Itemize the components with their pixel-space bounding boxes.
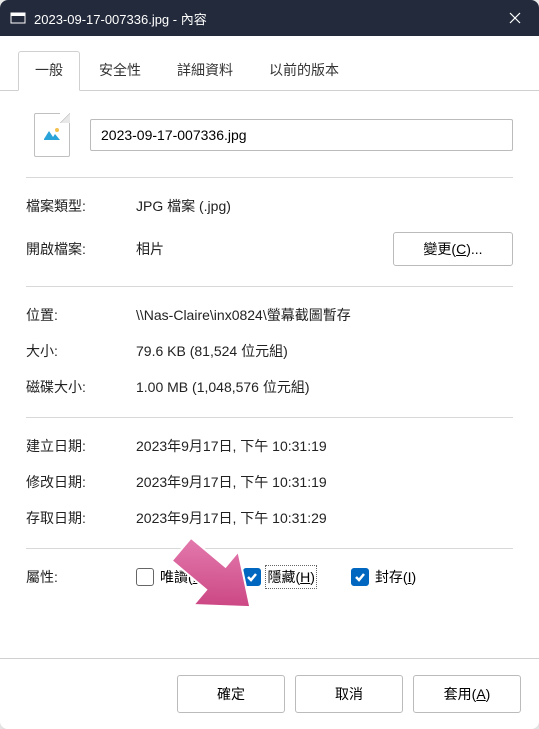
tab-panel-general: 檔案類型: JPG 檔案 (.jpg) 開啟檔案: 相片 變更(C)... 位置…	[0, 91, 539, 658]
open-with-value: 相片	[136, 239, 393, 259]
close-button[interactable]	[491, 0, 539, 36]
cancel-button[interactable]: 取消	[295, 675, 403, 713]
size-value: 79.6 KB (81,524 位元組)	[136, 341, 513, 361]
archive-label: 封存(I)	[375, 567, 416, 587]
close-icon	[509, 12, 521, 24]
attributes-label: 屬性:	[26, 567, 136, 587]
disk-size-value: 1.00 MB (1,048,576 位元組)	[136, 377, 513, 397]
location-label: 位置:	[26, 305, 136, 325]
modified-value: 2023年9月17日, 下午 10:31:19	[136, 472, 513, 492]
checkbox-box	[243, 568, 261, 586]
readonly-label: 唯讀(R)	[160, 567, 207, 587]
file-type-label: 檔案類型:	[26, 196, 136, 216]
tab-details[interactable]: 詳細資料	[160, 51, 250, 91]
created-label: 建立日期:	[26, 436, 136, 456]
archive-checkbox[interactable]: 封存(I)	[351, 567, 416, 587]
dialog-footer: 確定 取消 套用(A)	[0, 658, 539, 729]
file-type-value: JPG 檔案 (.jpg)	[136, 196, 513, 216]
checkbox-box	[351, 568, 369, 586]
disk-size-label: 磁碟大小:	[26, 377, 136, 397]
ok-button[interactable]: 確定	[177, 675, 285, 713]
hidden-checkbox[interactable]: 隱藏(H)	[243, 567, 314, 587]
tab-security[interactable]: 安全性	[82, 51, 158, 91]
tab-general[interactable]: 一般	[18, 51, 80, 91]
location-value: \\Nas-Claire\inx0824\螢幕截圖暫存	[136, 305, 513, 325]
titlebar: 2023-09-17-007336.jpg - 內容	[0, 0, 539, 36]
apply-button[interactable]: 套用(A)	[413, 675, 521, 713]
hidden-label: 隱藏(H)	[267, 567, 314, 587]
properties-dialog: 2023-09-17-007336.jpg - 內容 一般 安全性 詳細資料 以…	[0, 0, 539, 729]
readonly-checkbox[interactable]: 唯讀(R)	[136, 567, 207, 587]
tab-previous-versions[interactable]: 以前的版本	[252, 51, 356, 91]
file-type-icon	[34, 113, 70, 157]
filename-input[interactable]	[90, 119, 513, 151]
accessed-label: 存取日期:	[26, 508, 136, 528]
created-value: 2023年9月17日, 下午 10:31:19	[136, 436, 513, 456]
change-app-button[interactable]: 變更(C)...	[393, 232, 513, 266]
window-icon	[10, 10, 26, 26]
tabs: 一般 安全性 詳細資料 以前的版本	[0, 36, 539, 91]
checkbox-box	[136, 568, 154, 586]
size-label: 大小:	[26, 341, 136, 361]
open-with-label: 開啟檔案:	[26, 239, 136, 259]
image-icon	[42, 125, 62, 145]
accessed-value: 2023年9月17日, 下午 10:31:29	[136, 508, 513, 528]
window-title: 2023-09-17-007336.jpg - 內容	[34, 9, 491, 28]
modified-label: 修改日期:	[26, 472, 136, 492]
